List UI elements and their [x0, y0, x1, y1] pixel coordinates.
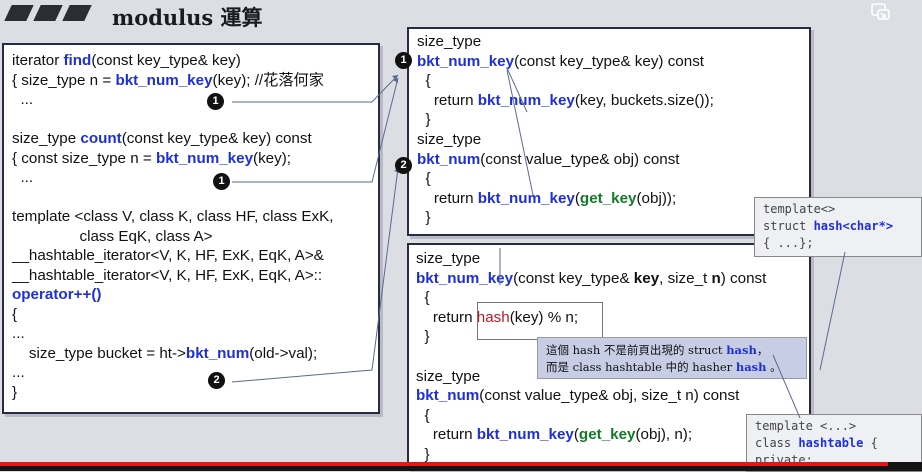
callout-marker: 1	[395, 52, 412, 69]
arrow-note-to-hashtable	[772, 354, 801, 419]
arrow-count-to-bktnumkey	[232, 77, 399, 183]
arrow-inner-1	[506, 67, 528, 113]
arrow-inner-2	[506, 69, 534, 196]
video-progress-bar[interactable]	[0, 462, 888, 466]
arrow-note-to-hashbox	[819, 251, 846, 371]
callout-marker: 2	[395, 157, 412, 174]
callout-marker: 1	[207, 93, 224, 110]
arrow-operator-to-bktnum	[231, 167, 399, 383]
callout-marker: 2	[208, 372, 225, 389]
connector-arrows	[231, 67, 846, 419]
arrow-find-to-bktnumkey	[232, 74, 399, 103]
callout-marker: 1	[213, 173, 230, 190]
